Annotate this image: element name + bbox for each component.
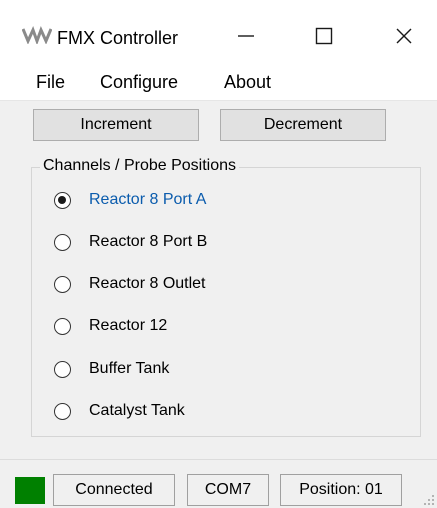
maximize-icon: [315, 27, 333, 45]
minimize-button[interactable]: [218, 14, 274, 58]
radio-button[interactable]: [54, 233, 71, 251]
close-icon: [396, 28, 412, 44]
radio-button[interactable]: [54, 360, 71, 378]
radio-label: Reactor 12: [89, 317, 168, 334]
radio-label: Reactor 8 Outlet: [89, 275, 206, 292]
radio-reactor-8-port-b[interactable]: Reactor 8 Port B: [54, 229, 207, 255]
increment-button[interactable]: Increment: [33, 109, 199, 141]
radio-button[interactable]: [54, 317, 71, 335]
connection-status-text: Connected: [53, 474, 175, 506]
connection-status-indicator: [15, 477, 45, 504]
decrement-button[interactable]: Decrement: [220, 109, 386, 141]
radio-label: Reactor 8 Port A: [89, 191, 207, 208]
radio-label: Buffer Tank: [89, 360, 170, 377]
window-title: FMX Controller: [57, 28, 179, 48]
radio-label: Reactor 8 Port B: [89, 233, 208, 250]
menu-file[interactable]: File: [36, 71, 65, 93]
position-status: Position: 01: [280, 474, 402, 506]
radio-button[interactable]: [54, 402, 71, 420]
fmx-controller-window: FMX Controller File Configure About Incr…: [0, 0, 437, 508]
radio-reactor-8-port-a[interactable]: Reactor 8 Port A: [54, 187, 206, 213]
radio-label: Catalyst Tank: [89, 402, 185, 419]
minimize-icon: [238, 35, 254, 37]
radio-catalyst-tank[interactable]: Catalyst Tank: [54, 398, 185, 424]
com-port-status: COM7: [187, 474, 269, 506]
fmx-logo-icon: [22, 26, 52, 44]
close-button[interactable]: [376, 14, 432, 58]
radio-reactor-12[interactable]: Reactor 12: [54, 313, 167, 339]
menu-bar: File Configure About: [0, 62, 437, 101]
radio-button[interactable]: [54, 275, 71, 293]
menu-about[interactable]: About: [224, 71, 271, 93]
channels-group-label: Channels / Probe Positions: [40, 156, 239, 176]
resize-grip-icon[interactable]: [423, 494, 435, 506]
title-bar[interactable]: FMX Controller: [0, 0, 437, 62]
menu-configure[interactable]: Configure: [100, 71, 178, 93]
maximize-button[interactable]: [296, 14, 352, 58]
radio-buffer-tank[interactable]: Buffer Tank: [54, 356, 169, 382]
radio-button-checked[interactable]: [54, 191, 71, 209]
radio-reactor-8-outlet[interactable]: Reactor 8 Outlet: [54, 271, 206, 297]
